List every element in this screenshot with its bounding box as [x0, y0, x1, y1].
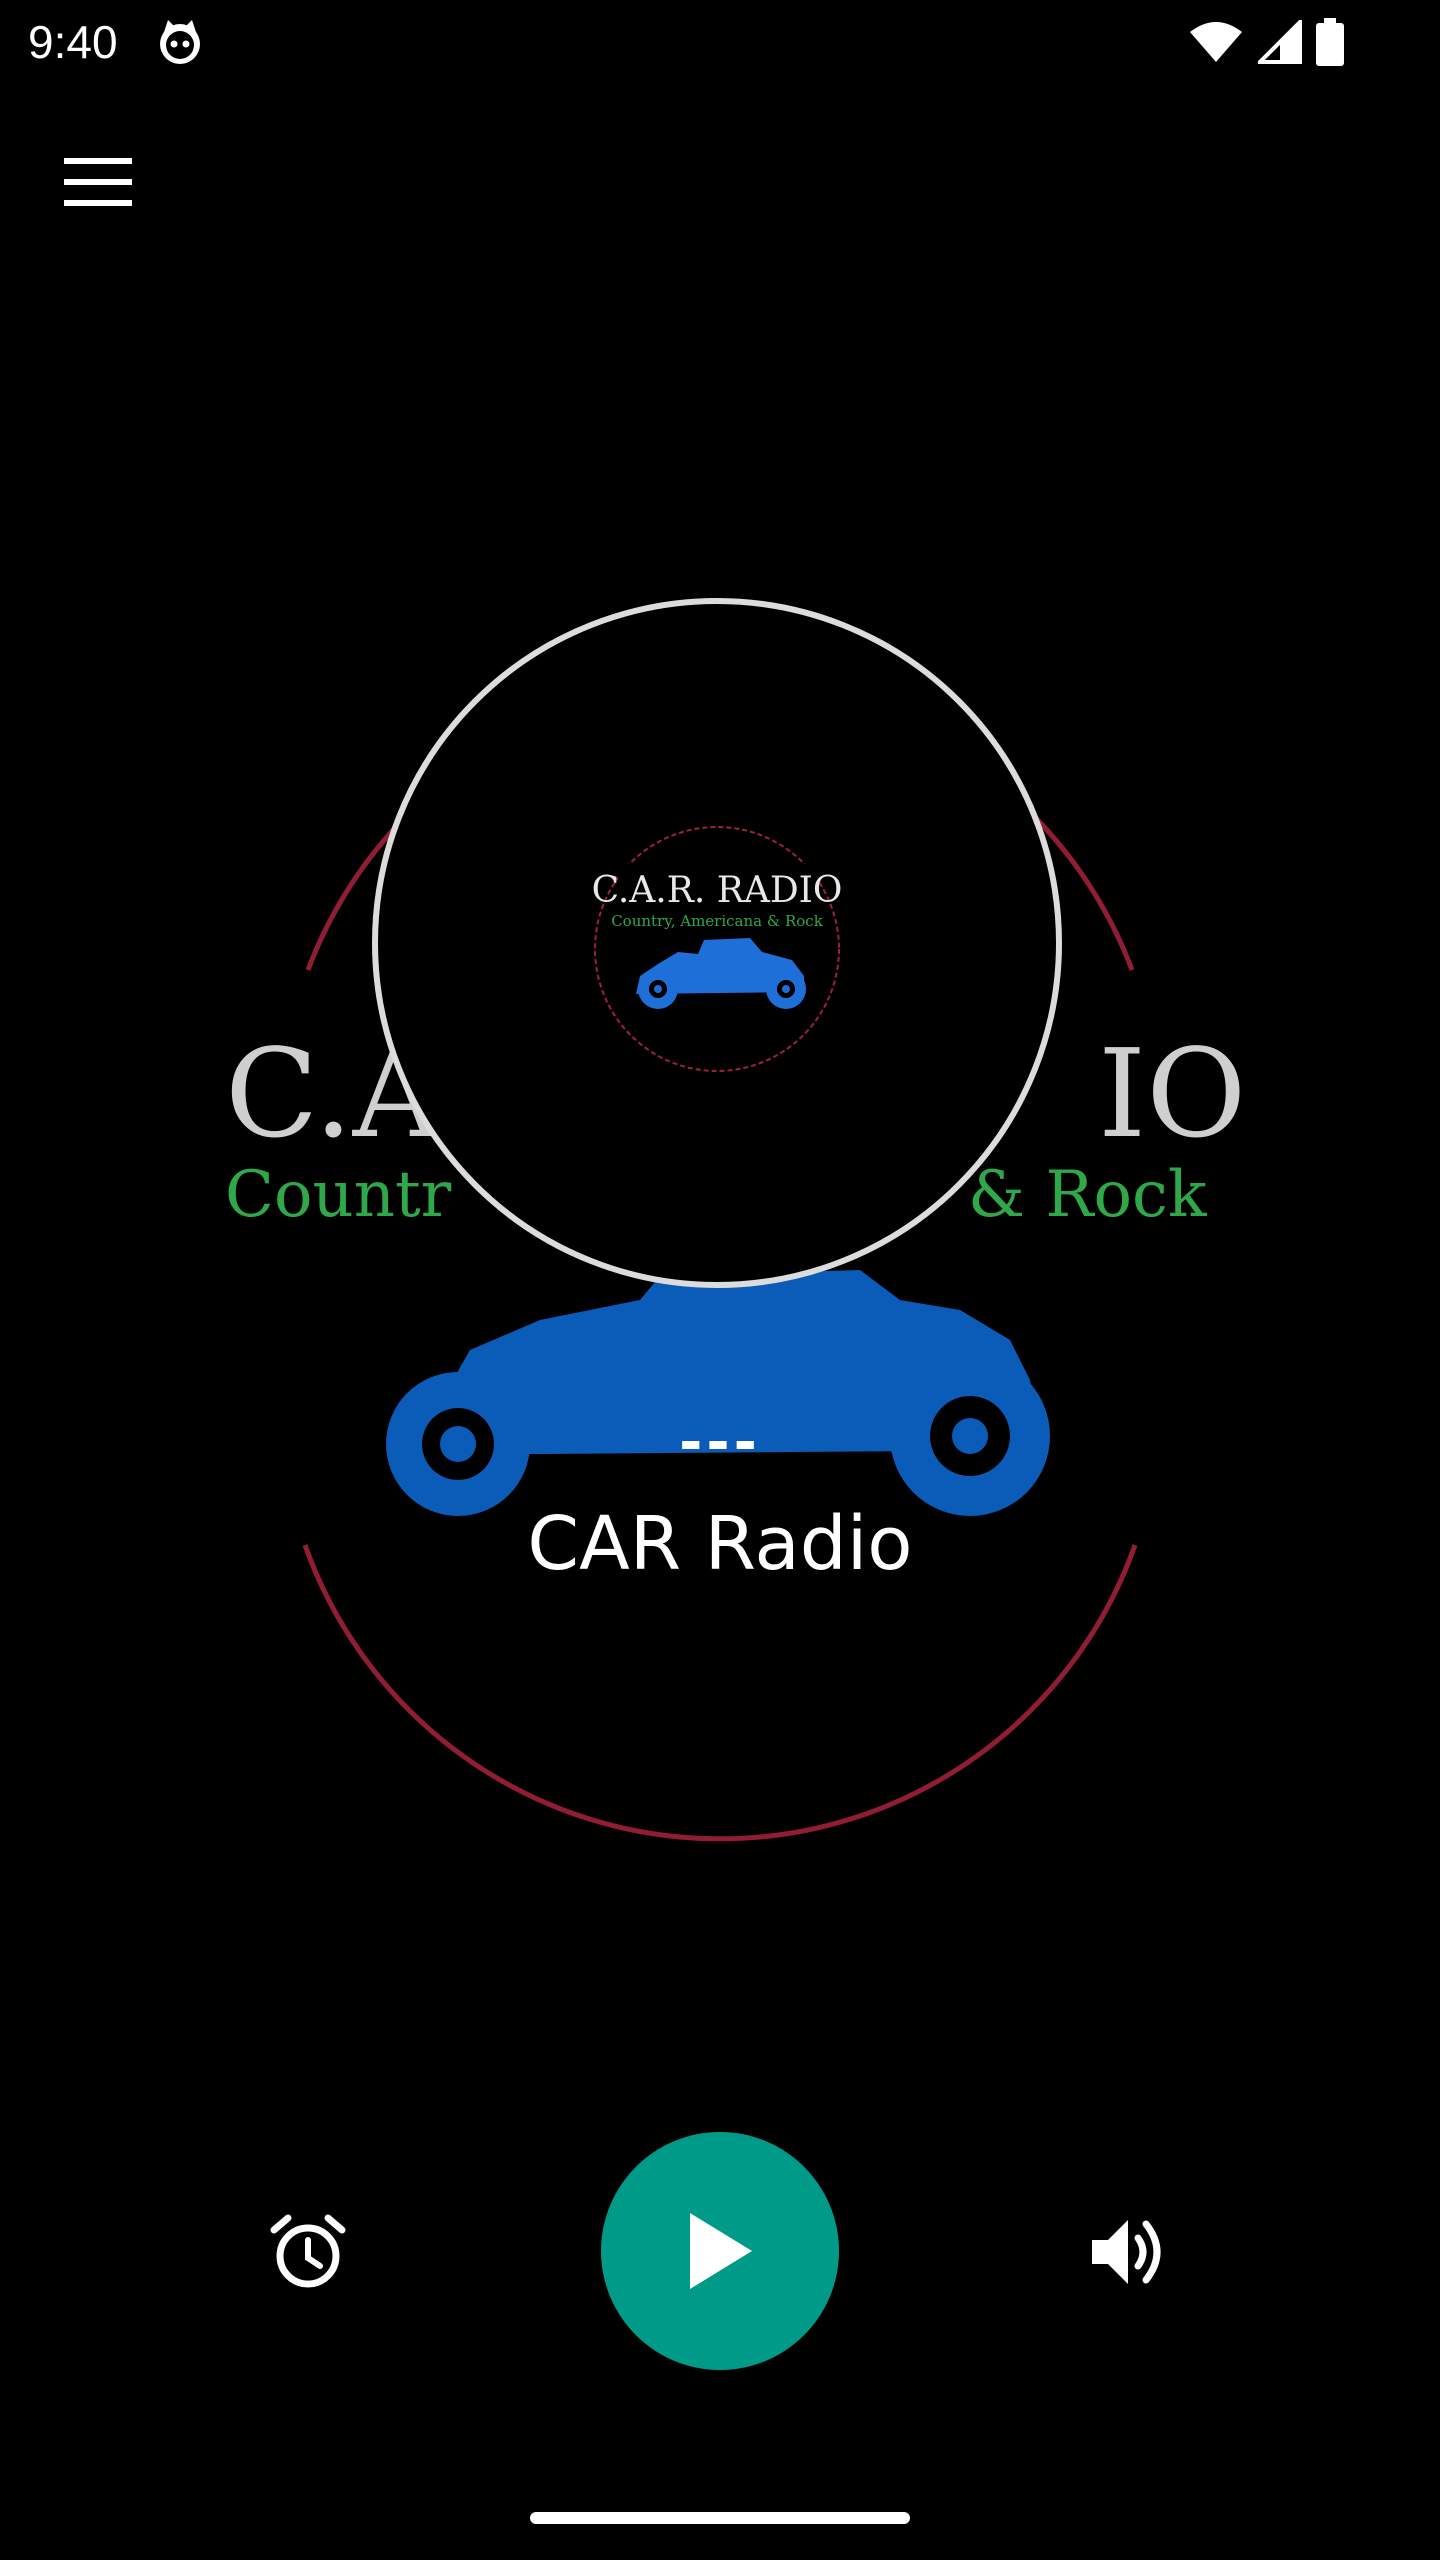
song-title: ---	[679, 1410, 761, 1475]
wifi-icon	[1190, 22, 1242, 62]
logo-title: C.A.R. RADIO	[592, 870, 843, 911]
status-time: 9:40	[28, 16, 118, 68]
battery-icon	[1316, 18, 1344, 66]
volume-button[interactable]	[1088, 2212, 1168, 2292]
background-subtitle-left: Countr	[225, 1158, 452, 1232]
menu-button[interactable]	[56, 146, 140, 218]
playback-controls	[0, 2132, 1440, 2372]
background-subtitle-right: & Rock	[968, 1158, 1208, 1232]
volume-icon	[1092, 2220, 1161, 2284]
play-icon	[690, 2213, 752, 2289]
station-logo: C.A.R. RADIO Country, Americana & Rock	[592, 826, 843, 1072]
home-indicator[interactable]	[530, 2512, 910, 2524]
cell-signal-icon	[1258, 20, 1302, 64]
logo-subtitle: Country, Americana & Rock	[611, 912, 824, 930]
album-artwork: C.A.R. RADIO Country, Americana & Rock	[372, 598, 1062, 1288]
alarm-clock-icon	[270, 2214, 346, 2288]
status-icons	[1188, 16, 1344, 68]
background-car-icon	[386, 1270, 1050, 1516]
logo-car-icon	[636, 938, 806, 1009]
hamburger-menu-icon	[64, 158, 132, 206]
station-name: CAR Radio	[527, 1501, 913, 1587]
play-button[interactable]	[601, 2132, 839, 2370]
alarm-button[interactable]	[268, 2212, 348, 2292]
status-bar: 9:40	[0, 0, 1440, 84]
cat-face-icon	[160, 20, 200, 64]
background-title-right: IO	[1098, 1023, 1246, 1165]
